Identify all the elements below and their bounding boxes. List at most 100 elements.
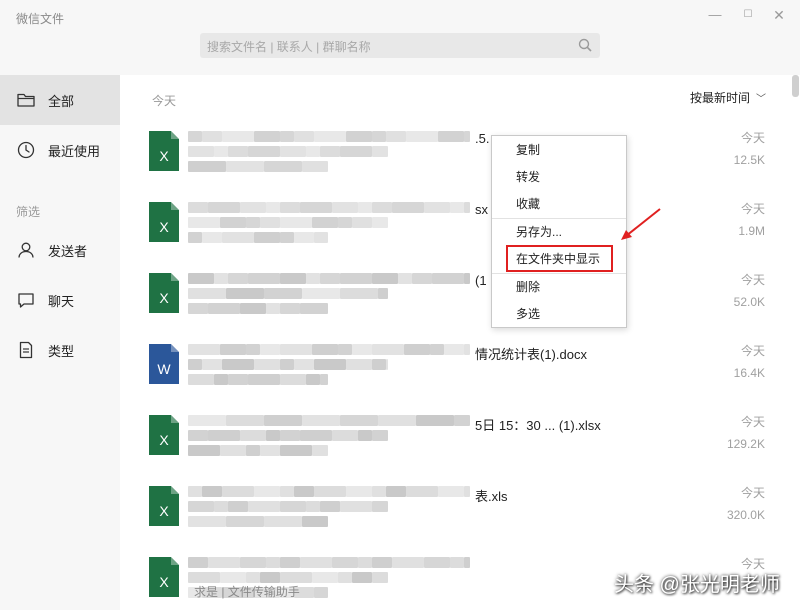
sort-dropdown[interactable]: 按最新时间 ﹀ xyxy=(690,89,766,106)
scrollbar-thumb[interactable] xyxy=(792,75,799,97)
blur-block xyxy=(188,501,214,512)
blur-block xyxy=(372,202,392,213)
sidebar-item-all[interactable]: 全部 xyxy=(0,75,120,125)
search-placeholder: 搜索文件名 | 联系人 | 群聊名称 xyxy=(207,40,371,54)
menu-item-save-as[interactable]: 另存为... xyxy=(492,219,626,246)
blur-block xyxy=(302,415,340,426)
blur-block xyxy=(450,202,464,213)
blur-block xyxy=(280,501,306,512)
blur-block xyxy=(372,146,388,157)
file-row[interactable]: X (1 今天 52.0K xyxy=(120,262,790,333)
menu-item-forward[interactable]: 转发 xyxy=(492,164,626,191)
file-date: 今天 xyxy=(740,486,765,500)
file-row[interactable]: W 情况统计表(1).docx 今天 16.4K xyxy=(120,333,790,404)
blur-block xyxy=(450,557,464,568)
minimize-button[interactable]: — xyxy=(704,6,726,24)
file-row[interactable]: X 表.xls 今天 320.0K xyxy=(120,475,790,546)
blur-block xyxy=(188,516,226,527)
blur-block xyxy=(188,557,208,568)
svg-text:X: X xyxy=(159,148,169,164)
clock-icon xyxy=(17,141,35,159)
blur-block xyxy=(320,374,328,385)
blurred-file-name xyxy=(188,125,470,181)
blur-block xyxy=(264,161,302,172)
blur-block xyxy=(188,161,226,172)
blur-block xyxy=(188,486,202,497)
blur-block xyxy=(246,344,260,355)
excel-file-icon: X xyxy=(149,131,179,171)
search-input[interactable]: 搜索文件名 | 联系人 | 群聊名称 xyxy=(200,33,600,58)
blur-block xyxy=(222,131,254,142)
blur-block xyxy=(378,288,388,299)
blur-block xyxy=(464,486,470,497)
blur-block xyxy=(332,202,358,213)
blur-block xyxy=(294,486,314,497)
blur-block xyxy=(406,486,438,497)
sidebar-item-label: 全部 xyxy=(48,93,75,109)
blur-block xyxy=(294,232,314,243)
file-name: (1 xyxy=(475,273,487,288)
excel-file-icon: X xyxy=(149,415,179,455)
blur-block xyxy=(254,131,280,142)
blur-block xyxy=(358,430,372,441)
sidebar-item-label: 类型 xyxy=(48,343,75,359)
blur-block xyxy=(340,146,372,157)
file-name: 情况统计表(1).docx xyxy=(475,347,587,362)
blur-block xyxy=(280,486,294,497)
blur-block xyxy=(314,131,346,142)
sidebar-filter-chat[interactable]: 聊天 xyxy=(0,275,120,325)
blur-block xyxy=(228,501,248,512)
excel-file-icon: X xyxy=(149,202,179,242)
blur-block xyxy=(438,486,464,497)
file-date: 今天 xyxy=(740,344,765,358)
blur-block xyxy=(314,359,346,370)
chat-icon xyxy=(18,293,34,308)
blur-block xyxy=(220,445,246,456)
blur-block xyxy=(188,146,214,157)
sidebar-item-label: 最近使用 xyxy=(48,143,101,159)
sidebar-item-recent[interactable]: 最近使用 xyxy=(0,125,120,175)
blur-block xyxy=(340,273,372,284)
blur-block xyxy=(464,273,470,284)
file-list-panel: 今天 按最新时间 ﹀ X .5. 今天 12.5K Xsx 今天 1.9M X (1 今天 52.0K… xyxy=(120,75,800,610)
sidebar-filter-sender[interactable]: 发送者 xyxy=(0,225,120,275)
blur-block xyxy=(220,572,246,583)
blur-block xyxy=(312,344,338,355)
blur-block xyxy=(430,344,444,355)
folder-icon xyxy=(17,93,35,107)
excel-file-icon: X xyxy=(149,557,179,597)
menu-item-delete[interactable]: 删除 xyxy=(492,274,626,301)
blur-block xyxy=(314,587,328,598)
blur-block xyxy=(300,430,332,441)
blur-block xyxy=(280,572,312,583)
word-file-icon: W xyxy=(149,344,179,384)
file-row[interactable]: Xsx 今天 1.9M xyxy=(120,191,790,262)
blurred-file-name xyxy=(188,409,470,465)
file-row[interactable]: X 5日 15：30 ... (1).xlsx 今天 129.2K xyxy=(120,404,790,475)
sidebar-filter-type[interactable]: 类型 xyxy=(0,325,120,375)
menu-item-multi-select[interactable]: 多选 xyxy=(492,301,626,328)
file-date: 今天 xyxy=(740,415,765,429)
file-size: 52.0K xyxy=(733,295,765,309)
menu-item-favorite[interactable]: 收藏 xyxy=(492,191,626,218)
sidebar-item-label: 聊天 xyxy=(48,293,75,309)
blur-block xyxy=(464,344,470,355)
filter-section-label: 筛选 xyxy=(16,205,41,219)
maximize-button[interactable]: ☐ xyxy=(737,6,759,24)
file-row[interactable]: X .5. 今天 12.5K xyxy=(120,120,790,191)
blur-block xyxy=(416,415,454,426)
blur-block xyxy=(254,232,280,243)
blur-block xyxy=(188,273,214,284)
blur-block xyxy=(294,359,314,370)
blur-block xyxy=(352,217,372,228)
svg-text:W: W xyxy=(157,361,171,377)
search-icon[interactable] xyxy=(577,37,593,53)
blur-block xyxy=(246,572,260,583)
blur-block xyxy=(314,232,328,243)
blur-block xyxy=(444,344,464,355)
close-button[interactable]: ✕ xyxy=(768,6,790,24)
blur-block xyxy=(254,486,280,497)
menu-item-copy[interactable]: 复制 xyxy=(492,137,626,164)
blur-block xyxy=(302,516,328,527)
watermark: 头条 @张光明老师 xyxy=(614,574,780,596)
